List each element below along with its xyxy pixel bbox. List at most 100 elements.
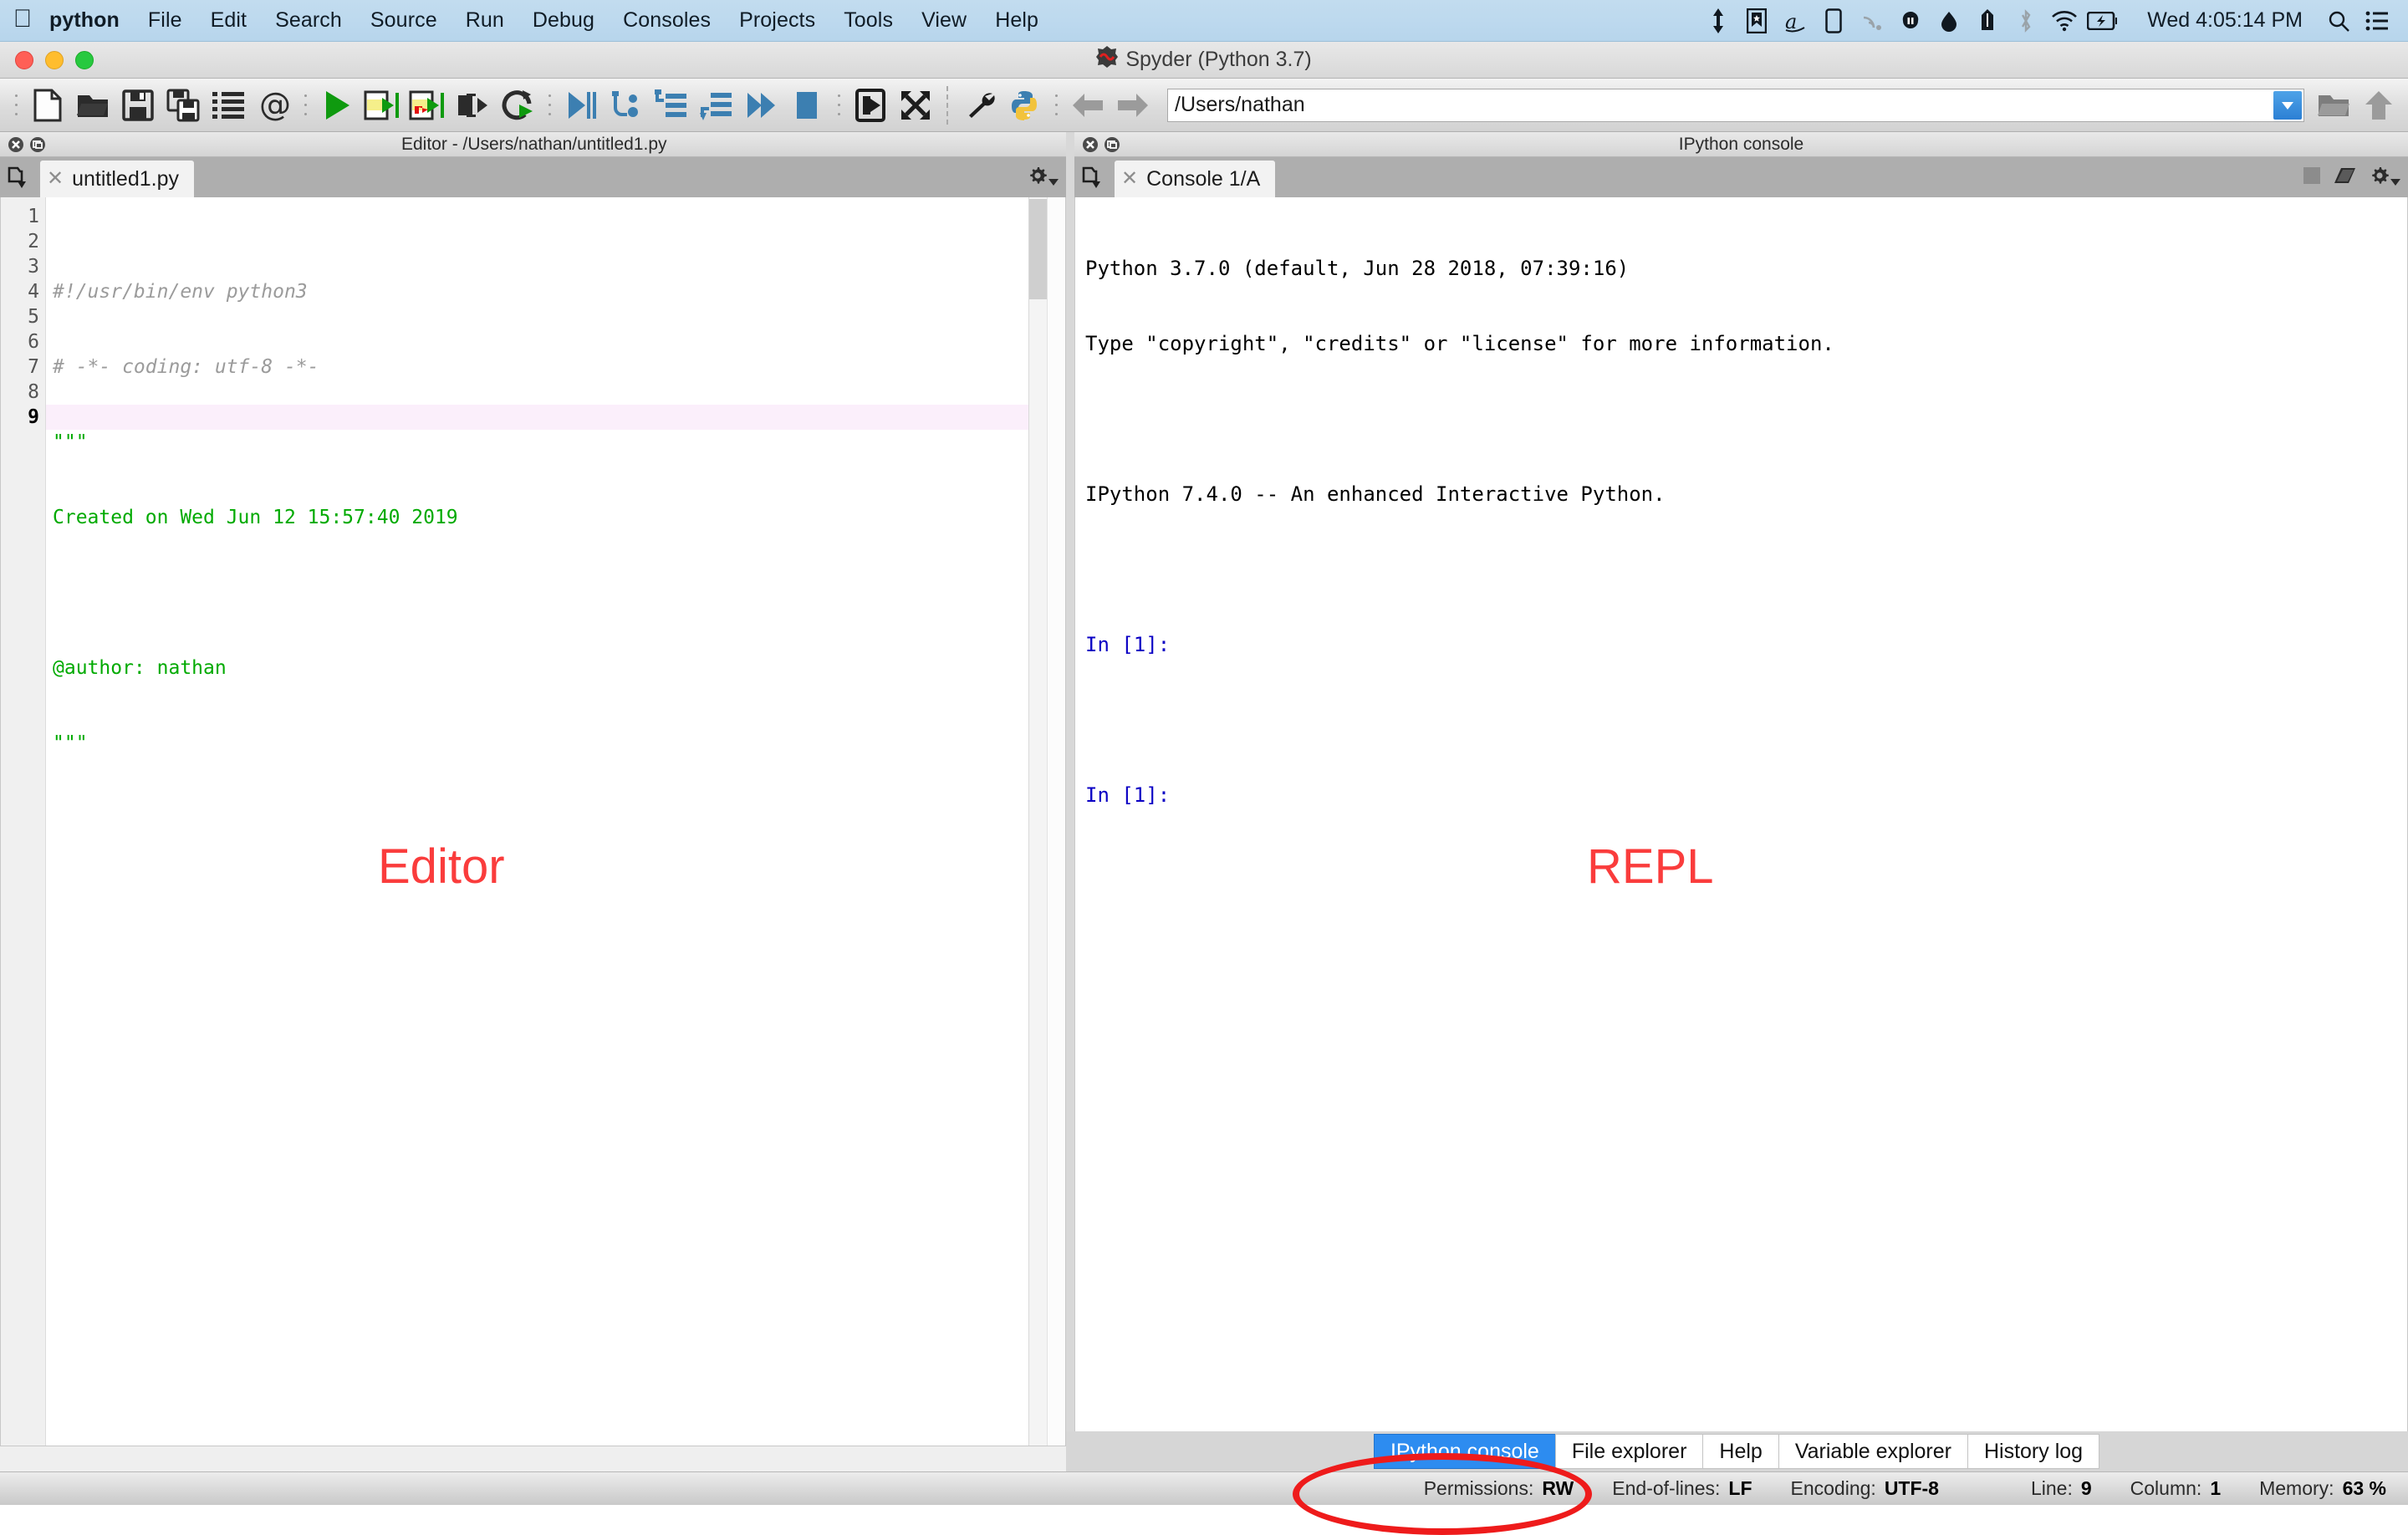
run-file-button[interactable] [317,85,357,125]
menubar-item-source[interactable]: Source [356,8,452,33]
phone-icon[interactable] [1814,3,1853,39]
run-selection-button[interactable] [452,85,492,125]
bottom-tab-ipython-console[interactable]: IPython console [1373,1434,1556,1469]
toolbar-grip-3[interactable] [544,89,554,122]
status-column: Column: 1 [2130,1477,2221,1500]
menubar-item-edit[interactable]: Edit [196,8,261,33]
notification-center-icon[interactable] [2358,3,2396,39]
cloud-icon[interactable] [1930,3,1968,39]
editor-source-text[interactable]: #!/usr/bin/env python3 # -*- coding: utf… [46,197,1028,1446]
editor-overlay-label: Editor [378,839,505,894]
console-tab-1a[interactable]: ✕ Console 1/A [1115,161,1276,197]
bottom-tab-variable-explorer[interactable]: Variable explorer [1778,1434,1968,1469]
editor-vertical-scrollbar[interactable] [1028,197,1047,1446]
toolbar-grip-4[interactable] [834,89,844,122]
back-button[interactable] [1068,85,1108,125]
apple-logo-icon[interactable]:  [0,6,45,35]
editor-line-numbers: 1 2 3 4 5 6 7 8 9 [1,197,46,1446]
menubar-clock[interactable]: Wed 4:05:14 PM [2137,8,2319,33]
bottom-tab-help[interactable]: Help [1702,1434,1779,1469]
fullscreen-arrows-button[interactable] [895,85,936,125]
rerun-refresh-button[interactable] [497,85,538,125]
new-file-button[interactable] [28,85,68,125]
menubar-item-debug[interactable]: Debug [518,8,609,33]
bookmark-star-icon[interactable] [1737,3,1776,39]
scrollbar-thumb[interactable] [1029,199,1047,299]
python-logo-icon-button[interactable] [1004,85,1044,125]
status-line-value: 9 [2080,1477,2092,1499]
menubar-item-search[interactable]: Search [261,8,356,33]
code-line: """ [53,431,88,453]
bottom-pane-tabs: IPython console File explorer Help Varia… [1066,1431,2408,1471]
bottom-tab-history-log[interactable]: History log [1967,1434,2100,1469]
toolbar-grip-2[interactable] [300,89,310,122]
save-file-button[interactable] [118,85,158,125]
toolbar-grip-5[interactable] [1051,89,1061,122]
line-number: 4 [28,281,39,303]
gear-icon[interactable] [1027,165,1059,191]
spotlight-search-icon[interactable] [2319,3,2358,39]
debug-step-into-button[interactable] [651,85,691,125]
bottom-tab-file-explorer[interactable]: File explorer [1554,1434,1704,1469]
browse-directory-button[interactable] [2314,85,2354,125]
status-memory-label: Memory: [2259,1477,2334,1499]
minimize-window-button[interactable] [45,50,64,69]
line-number: 6 [28,331,39,353]
updown-arrows-icon[interactable] [1699,3,1737,39]
working-directory-field[interactable]: /Users/nathan [1167,88,2304,122]
debug-start-button[interactable] [561,85,601,125]
eraser-icon[interactable] [2334,166,2357,189]
close-pane-icon[interactable] [5,134,27,156]
forward-button[interactable] [1113,85,1153,125]
battery-charging-icon[interactable] [2084,3,2122,39]
gear-icon[interactable] [2369,165,2401,191]
maximize-pane-button[interactable] [850,85,890,125]
wifi-icon[interactable] [2045,3,2084,39]
menubar-item-help[interactable]: Help [981,8,1053,33]
pane-splitter[interactable] [1066,132,1074,1446]
undock-pane-icon[interactable] [27,134,48,156]
close-tab-icon[interactable]: ✕ [47,169,64,189]
menubar-item-tools[interactable]: Tools [829,8,907,33]
debug-continue-button[interactable] [742,85,782,125]
save-all-button[interactable] [163,85,203,125]
status-memory-value: 63 % [2342,1477,2386,1499]
editor-tab-label: untitled1.py [72,166,179,191]
stop-square-icon[interactable] [2302,166,2322,190]
menubar-item-run[interactable]: Run [452,8,518,33]
browse-tabs-icon[interactable] [1074,157,1115,197]
close-pane-icon[interactable] [1079,134,1101,156]
file-switcher-button[interactable] [208,85,248,125]
line-number: 3 [28,256,39,278]
undock-pane-icon[interactable] [1101,134,1123,156]
maximize-window-button[interactable] [75,50,94,69]
preferences-button[interactable] [959,85,999,125]
toolbar-grip-1[interactable] [11,89,21,122]
find-symbols-button[interactable]: @ [253,85,293,125]
console-pane-title: IPython console [1678,134,1804,154]
menubar-item-projects[interactable]: Projects [725,8,829,33]
editor-tab-untitled1[interactable]: ✕ untitled1.py [40,161,194,197]
menubar-item-consoles[interactable]: Consoles [609,8,725,33]
debug-stop-button[interactable] [787,85,827,125]
run-cell-advance-button[interactable] [407,85,447,125]
run-cell-button[interactable] [362,85,402,125]
open-folder-button[interactable] [73,85,113,125]
working-directory-value: /Users/nathan [1175,93,1305,116]
menubar-item-app[interactable]: python [45,8,134,33]
debug-step-return-button[interactable] [696,85,737,125]
close-window-button[interactable] [15,50,33,69]
console-output-area[interactable]: Python 3.7.0 (default, Jun 28 2018, 07:3… [1074,197,2408,1446]
menubar-item-file[interactable]: File [134,8,196,33]
menubar-item-view[interactable]: View [907,8,981,33]
editor-tabbar-actions [1027,157,1059,197]
parent-directory-button[interactable] [2359,85,2399,125]
close-tab-icon[interactable]: ✕ [1121,169,1138,189]
dropbox-icon[interactable] [1891,3,1930,39]
chevron-down-icon[interactable] [2273,90,2302,120]
debug-step-button[interactable] [606,85,646,125]
browse-tabs-icon[interactable] [0,157,40,197]
editor-code-area[interactable]: 1 2 3 4 5 6 7 8 9 #!/usr/bin/env python3… [0,197,1066,1446]
script-a-icon[interactable]: a [1776,3,1814,39]
evernote-icon[interactable] [1968,3,2007,39]
